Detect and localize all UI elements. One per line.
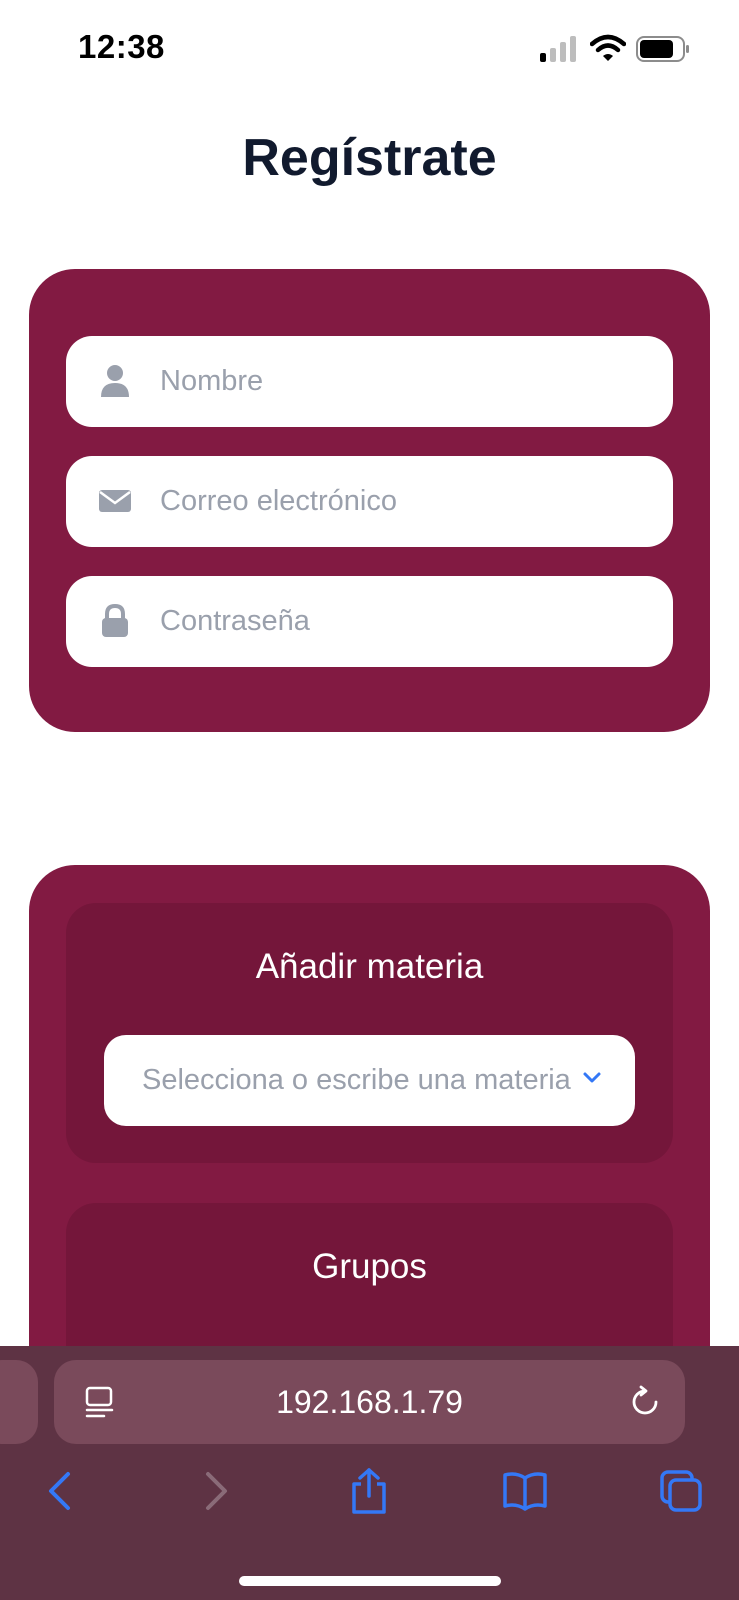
status-bar: 12:38 <box>0 0 739 100</box>
battery-icon <box>636 36 689 62</box>
tabs-icon[interactable] <box>658 1468 704 1514</box>
lock-icon <box>102 604 128 637</box>
email-input[interactable] <box>160 456 650 547</box>
password-input[interactable] <box>160 576 650 667</box>
screen: 12:38 Regístrate Nombre Correo electróni… <box>0 0 739 1600</box>
password-field[interactable] <box>66 576 673 667</box>
subject-select-placeholder: Selecciona o escribe una materia <box>142 1064 571 1096</box>
page-title: Regístrate <box>242 129 497 187</box>
chevron-down-icon[interactable] <box>582 1071 602 1085</box>
back-icon[interactable] <box>38 1468 84 1514</box>
url-text[interactable]: 192.168.1.79 <box>54 1384 685 1421</box>
subject-select[interactable]: Selecciona o escribe una materia <box>104 1035 635 1126</box>
browser-bar: 192.168.1.79 <box>0 1346 739 1600</box>
share-icon[interactable] <box>346 1468 392 1514</box>
forward-icon[interactable] <box>192 1468 238 1514</box>
add-subject-title: Añadir materia <box>255 947 484 986</box>
previous-tab-peek[interactable] <box>0 1360 38 1444</box>
bookmarks-icon[interactable] <box>502 1468 548 1514</box>
wifi-icon <box>590 34 626 61</box>
registration-card <box>29 269 710 732</box>
reload-icon[interactable] <box>628 1385 662 1419</box>
add-subject-panel: Añadir materia Selecciona o escribe una … <box>66 903 673 1163</box>
email-field[interactable] <box>66 456 673 547</box>
url-bar[interactable]: 192.168.1.79 <box>54 1360 685 1444</box>
name-field[interactable] <box>66 336 673 427</box>
envelope-icon <box>99 490 131 512</box>
cellular-signal-icon <box>540 36 576 62</box>
status-time: 12:38 <box>78 28 165 65</box>
name-input[interactable] <box>160 336 650 427</box>
user-icon <box>101 365 129 397</box>
groups-title: Grupos <box>312 1247 427 1286</box>
home-indicator <box>239 1576 501 1586</box>
